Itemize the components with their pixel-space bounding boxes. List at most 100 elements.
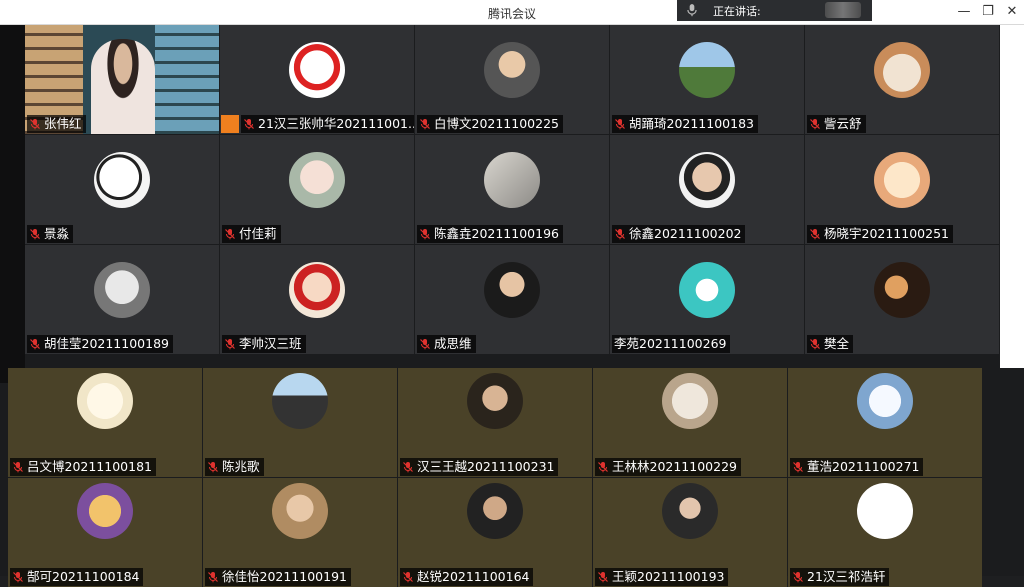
mic-icon — [420, 119, 430, 130]
mic-icon — [244, 119, 254, 130]
mic-icon — [420, 339, 430, 350]
participant-name-label: 张伟红 — [27, 115, 86, 133]
participant-tile[interactable]: 王林林20211100229 — [593, 368, 787, 477]
participant-avatar — [874, 152, 930, 208]
participant-avatar — [662, 483, 718, 539]
participant-name: 樊全 — [824, 336, 850, 351]
mic-icon — [810, 119, 820, 130]
participant-tile[interactable]: 徐鑫20211100202 — [610, 135, 804, 244]
participant-name: 陈鑫垚20211100196 — [434, 226, 559, 241]
participant-avatar — [874, 42, 930, 98]
mic-icon — [598, 572, 608, 583]
participant-name-label: 王颖20211100193 — [595, 568, 729, 586]
mic-icon — [30, 339, 40, 350]
participant-name: 付佳莉 — [239, 226, 277, 241]
participant-avatar — [857, 483, 913, 539]
participant-avatar — [484, 262, 540, 318]
participant-name: 景淼 — [44, 226, 70, 241]
mic-icon — [687, 4, 697, 17]
participant-avatar — [662, 373, 718, 429]
participant-name-label: 徐鑫20211100202 — [612, 225, 746, 243]
participant-avatar — [289, 42, 345, 98]
mic-icon — [208, 462, 218, 473]
participant-avatar — [289, 262, 345, 318]
participant-name: 徐佳怡20211100191 — [222, 569, 347, 584]
participant-name: 陈兆歌 — [222, 459, 260, 474]
maximize-button[interactable]: ❐ — [978, 3, 998, 21]
minimize-button[interactable]: — — [954, 3, 974, 21]
bookshelf — [155, 25, 219, 134]
participant-name-label: 景淼 — [27, 225, 74, 243]
participant-tile[interactable]: 王颖20211100193 — [593, 478, 787, 587]
participant-name: 董浩20211100271 — [807, 459, 920, 474]
mic-icon — [793, 462, 803, 473]
participant-tile[interactable]: 郜可20211100184 — [8, 478, 202, 587]
mic-icon — [403, 572, 413, 583]
participant-tile[interactable]: 汉三王越20211100231 — [398, 368, 592, 477]
participant-name-label: 郜可20211100184 — [10, 568, 144, 586]
host-icon — [221, 115, 239, 133]
participant-name-label: 李苑20211100269 — [612, 335, 731, 353]
mic-icon — [225, 229, 235, 240]
participant-avatar — [679, 42, 735, 98]
speaking-indicator: 正在讲话: — [677, 0, 872, 21]
participant-name-label: 胡踊琦20211100183 — [612, 115, 758, 133]
participant-tile[interactable]: 訾云舒 — [805, 25, 999, 134]
participant-tile[interactable]: 付佳莉 — [220, 135, 414, 244]
participant-avatar — [289, 152, 345, 208]
participant-tile[interactable]: 白博文20211100225 — [415, 25, 609, 134]
participant-name: 白博文20211100225 — [434, 116, 559, 131]
participant-tile[interactable]: 胡佳莹20211100189 — [25, 245, 219, 354]
participant-tile[interactable]: 景淼 — [25, 135, 219, 244]
left-edge — [0, 25, 25, 383]
participant-tile[interactable]: 21汉三祁浩轩 — [788, 478, 982, 587]
participant-tile[interactable]: 李苑20211100269 — [610, 245, 804, 354]
mic-icon — [13, 572, 23, 583]
mic-icon — [615, 119, 625, 130]
participant-name-label: 徐佳怡20211100191 — [205, 568, 351, 586]
participant-name: 胡佳莹20211100189 — [44, 336, 169, 351]
participant-name: 李苑20211100269 — [614, 336, 727, 351]
participant-name: 胡踊琦20211100183 — [629, 116, 754, 131]
participant-name-label: 李帅汉三班 — [222, 335, 306, 353]
participant-tile[interactable]: 李帅汉三班 — [220, 245, 414, 354]
mic-icon — [810, 339, 820, 350]
participant-tile[interactable]: 张伟红 — [25, 25, 219, 134]
mic-icon — [225, 339, 235, 350]
participant-avatar — [467, 483, 523, 539]
participant-tile[interactable]: 21汉三张帅华202111001... — [220, 25, 414, 134]
participant-tile[interactable]: 徐佳怡20211100191 — [203, 478, 397, 587]
participant-name: 杨晓宇20211100251 — [824, 226, 949, 241]
participant-tile[interactable]: 樊全 — [805, 245, 999, 354]
participant-name-label: 成思维 — [417, 335, 476, 353]
mic-icon — [13, 462, 23, 473]
participant-name-label: 吕文博20211100181 — [10, 458, 156, 476]
participant-avatar — [484, 152, 540, 208]
participant-tile[interactable]: 董浩20211100271 — [788, 368, 982, 477]
participant-name-label: 訾云舒 — [807, 115, 866, 133]
participant-name-label: 21汉三张帅华202111001... — [241, 115, 414, 133]
participant-name-label: 21汉三祁浩轩 — [790, 568, 890, 586]
participant-tile[interactable]: 成思维 — [415, 245, 609, 354]
participant-avatar — [77, 373, 133, 429]
participant-tile[interactable]: 陈兆歌 — [203, 368, 397, 477]
participant-name-label: 樊全 — [807, 335, 854, 353]
camera-person — [91, 39, 155, 134]
participant-name: 訾云舒 — [824, 116, 862, 131]
participant-name-label: 白博文20211100225 — [417, 115, 563, 133]
mic-icon — [793, 572, 803, 583]
participant-tile[interactable]: 吕文博20211100181 — [8, 368, 202, 477]
participant-tile[interactable]: 胡踊琦20211100183 — [610, 25, 804, 134]
participant-avatar — [272, 483, 328, 539]
mic-icon — [403, 462, 413, 473]
participant-tile[interactable]: 陈鑫垚20211100196 — [415, 135, 609, 244]
participant-name: 汉三王越20211100231 — [417, 459, 555, 474]
close-button[interactable]: ✕ — [1002, 3, 1022, 21]
participant-name: 赵锐20211100164 — [417, 569, 530, 584]
participant-tile[interactable]: 杨晓宇20211100251 — [805, 135, 999, 244]
participant-avatar — [272, 373, 328, 429]
speaking-label: 正在讲话: — [713, 5, 761, 18]
participant-name: 李帅汉三班 — [239, 336, 302, 351]
participant-name: 21汉三祁浩轩 — [807, 569, 886, 584]
participant-tile[interactable]: 赵锐20211100164 — [398, 478, 592, 587]
